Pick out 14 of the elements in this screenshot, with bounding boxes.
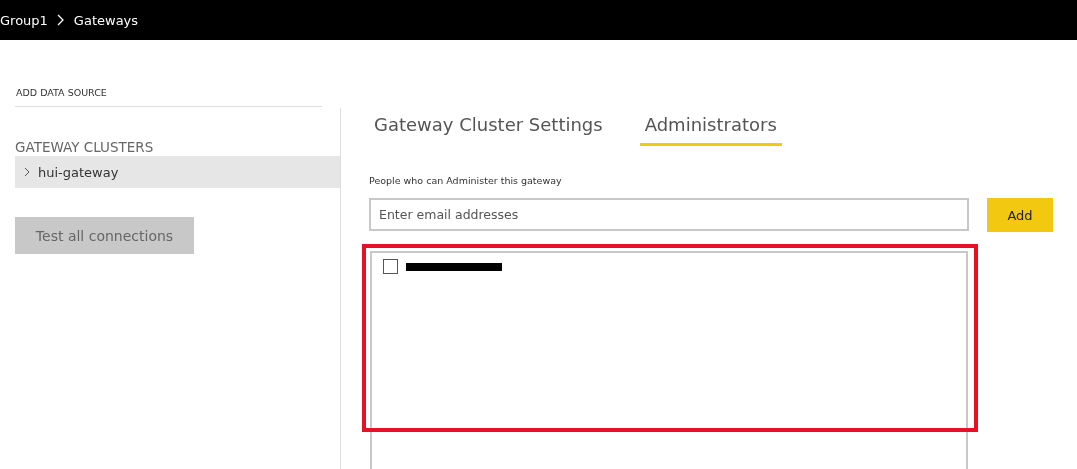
breadcrumb-link[interactable]: Group1 <box>0 12 48 28</box>
add-button[interactable]: Add <box>987 198 1053 232</box>
checkbox[interactable] <box>383 259 398 274</box>
email-field[interactable]: Enter email addresses <box>369 198 969 231</box>
field-label: People who can Administer this gateway <box>369 175 563 186</box>
section-heading: GATEWAY CLUSTERS <box>15 139 155 155</box>
chevron-icon <box>24 167 30 177</box>
tab[interactable]: Gateway Cluster Settings <box>369 112 608 146</box>
add-data-source-link[interactable]: ADD DATA SOURCE <box>15 87 340 98</box>
tab[interactable]: Administrators <box>639 112 782 146</box>
chevron-icon <box>56 14 65 26</box>
breadcrumb-link[interactable]: Gateways <box>73 12 139 28</box>
test-connections-button[interactable]: Test all connections <box>15 217 194 254</box>
cluster-item[interactable]: hui-gateway <box>15 156 340 188</box>
